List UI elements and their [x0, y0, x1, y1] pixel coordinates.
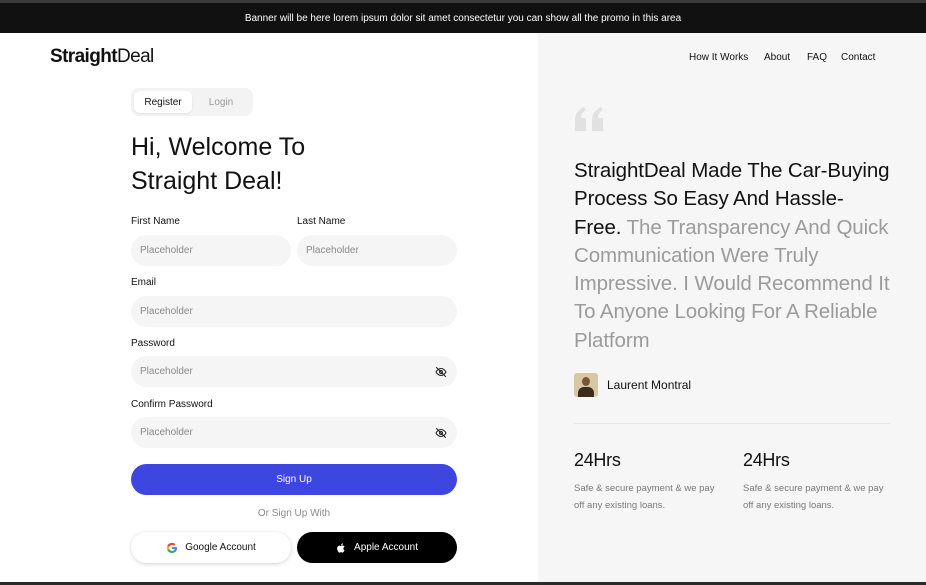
email-input[interactable] — [140, 306, 448, 317]
email-label: Email — [131, 277, 157, 288]
testimonial-quote: StraightDeal Made The Car-Buying Process… — [574, 157, 890, 355]
testimonial-author: Laurent Montral — [574, 373, 691, 397]
quote-icon — [575, 107, 603, 131]
nav-link-faq[interactable]: FAQ — [807, 52, 827, 63]
nav-link-how-it-works[interactable]: How It Works — [689, 52, 748, 63]
first-name-input[interactable] — [140, 245, 282, 256]
google-icon — [166, 542, 178, 553]
stat-description: Safe & secure payment & we pay off any e… — [743, 483, 884, 511]
or-divider-text: Or Sign Up With — [257, 508, 331, 519]
stat-value: 24Hrs — [574, 450, 621, 470]
tab-login[interactable]: Login — [192, 91, 250, 113]
apple-icon — [337, 542, 345, 553]
promo-banner-text: Banner will be here lorem ipsum dolor si… — [244, 12, 682, 24]
promo-banner: Banner will be here lorem ipsum dolor si… — [0, 0, 926, 33]
testimonial-quote-rest: The Transparency And Quick Communication… — [574, 215, 890, 352]
author-name: Laurent Montral — [607, 378, 692, 392]
auth-tab-switch: Register Login — [131, 88, 253, 116]
divider — [574, 423, 890, 424]
email-field[interactable] — [131, 296, 457, 327]
avatar — [574, 373, 598, 397]
stat-item: 24Hrs Safe & secure payment & we pay off… — [574, 450, 724, 514]
confirm-password-label: Confirm Password — [131, 399, 213, 410]
stat-item: 24Hrs Safe & secure payment & we pay off… — [743, 450, 893, 514]
eye-off-icon[interactable] — [434, 365, 448, 379]
page-title: Hi, Welcome To Straight Deal! — [131, 130, 451, 198]
google-button-label: Google Account — [185, 542, 256, 553]
password-label: Password — [131, 338, 175, 349]
first-name-field[interactable] — [131, 235, 291, 266]
first-name-label: First Name — [131, 216, 180, 227]
google-sign-up-button[interactable]: Google Account — [131, 532, 291, 563]
last-name-label: Last Name — [297, 216, 346, 227]
register-panel: StraightDeal Register Login Hi, Welcome … — [0, 33, 538, 585]
testimonial-panel: How It Works About FAQ Contact StraightD… — [538, 33, 926, 585]
tab-register[interactable]: Register — [134, 91, 192, 113]
last-name-input[interactable] — [306, 245, 448, 256]
brand-logo[interactable]: StraightDeal — [50, 46, 154, 68]
sign-up-button[interactable]: Sign Up — [131, 464, 457, 495]
last-name-field[interactable] — [297, 235, 457, 266]
nav-link-contact[interactable]: Contact — [841, 52, 875, 63]
nav-link-about[interactable]: About — [764, 52, 790, 63]
confirm-password-input[interactable] — [140, 427, 434, 438]
page-title-line2: Straight Deal! — [131, 167, 283, 195]
apple-button-label: Apple Account — [354, 542, 418, 553]
apple-sign-up-button[interactable]: Apple Account — [297, 532, 457, 563]
eye-off-icon[interactable] — [434, 426, 448, 440]
password-field[interactable] — [131, 356, 457, 387]
password-input[interactable] — [140, 366, 434, 377]
page-title-line1: Hi, Welcome To — [131, 133, 306, 161]
stat-value: 24Hrs — [743, 450, 790, 470]
logo-light-text: Deal — [116, 46, 154, 67]
stat-description: Safe & secure payment & we pay off any e… — [574, 483, 715, 511]
logo-bold-text: Straight — [50, 46, 118, 67]
confirm-password-field[interactable] — [131, 417, 457, 448]
